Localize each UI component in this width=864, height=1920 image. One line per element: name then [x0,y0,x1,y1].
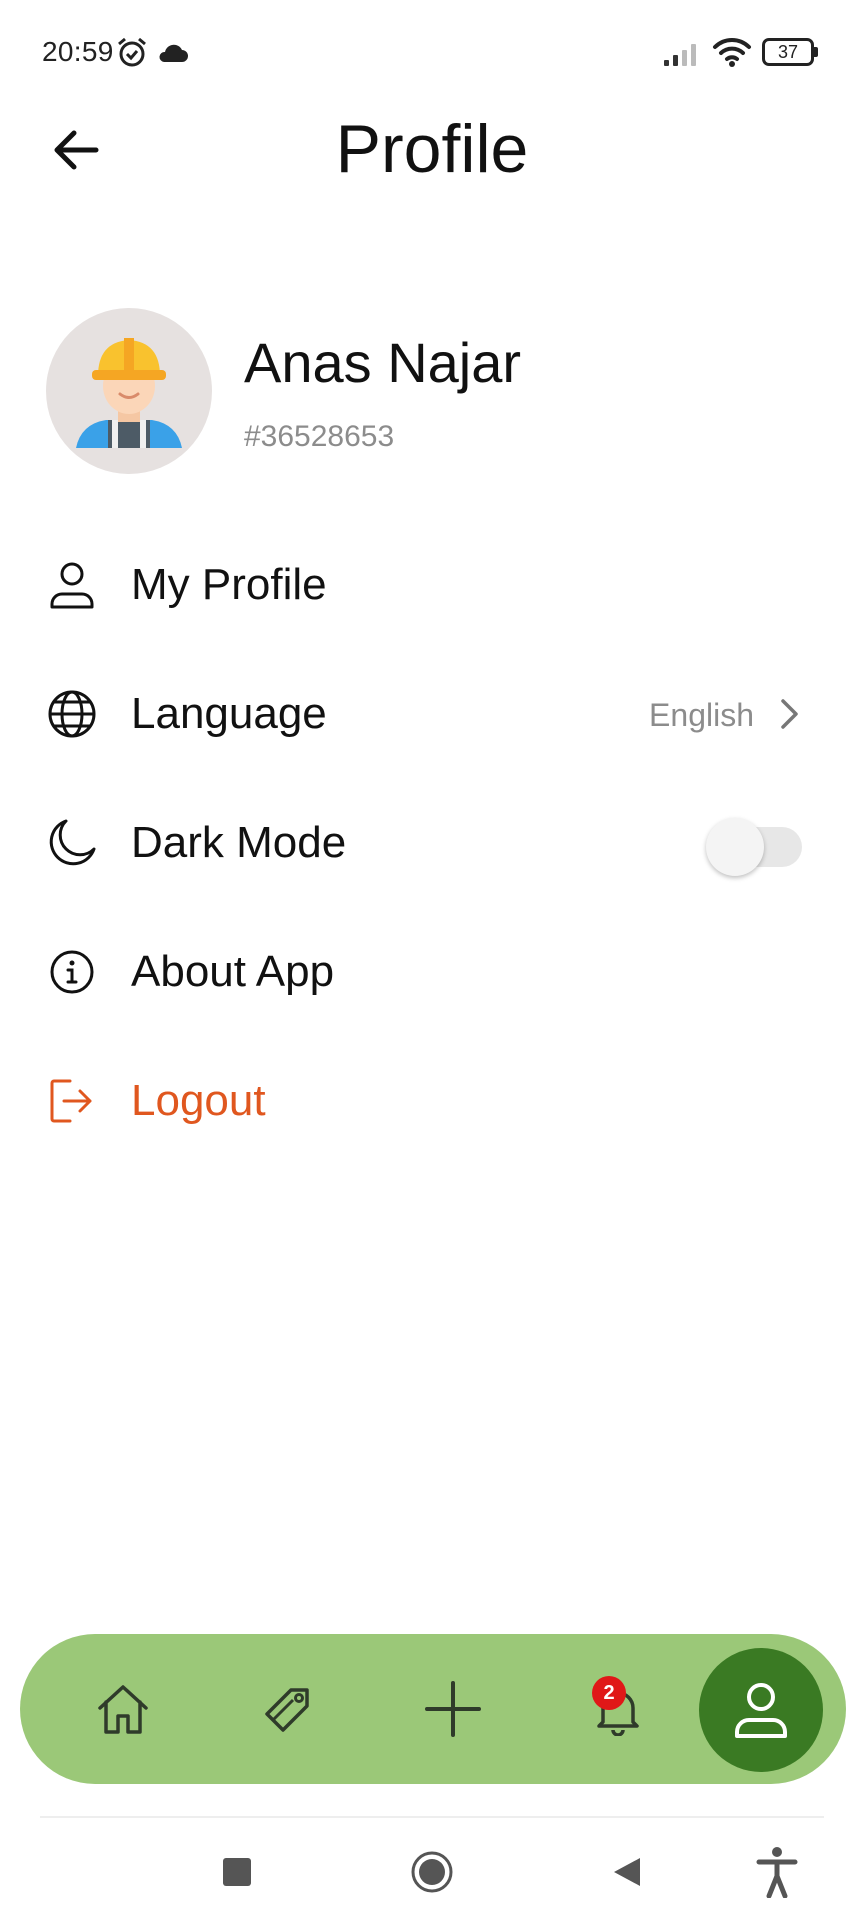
divider [40,1816,824,1818]
user-name: Anas Najar [244,331,522,394]
accessibility-icon [756,1847,798,1898]
battery-level: 37 [762,38,814,66]
status-time: 20:59 [42,36,114,67]
menu-item-dark-mode: Dark Mode [0,788,864,898]
cloud-icon [159,44,188,62]
alarm-icon [118,37,146,67]
signal-icon [664,44,696,66]
menu-item-language[interactable]: Language English [0,659,864,769]
square-icon [223,1858,251,1886]
system-home-button[interactable] [402,1846,462,1898]
menu-label-logout: Logout [131,1076,266,1125]
logout-icon [50,1079,92,1123]
circle-icon [411,1851,453,1893]
info-icon [50,950,94,994]
avatar [46,308,212,474]
menu-item-about-app[interactable]: About App [0,917,864,1027]
nav-add-button[interactable] [411,1667,495,1751]
triangle-back-icon [614,1858,640,1886]
moon-icon [49,819,96,866]
nav-tag-button[interactable] [246,1667,330,1751]
menu-label-my-profile: My Profile [131,560,327,609]
nav-profile-button[interactable] [699,1648,823,1772]
user-id: #36528653 [244,420,395,453]
battery-icon: 37 [762,38,818,66]
user-icon [50,562,94,609]
plus-icon [425,1681,481,1737]
status-bar: 20:59 37 [0,0,864,104]
battery-cap [814,47,818,57]
wifi-icon [713,37,751,67]
menu-item-my-profile[interactable]: My Profile [0,530,864,640]
notification-badge: 2 [592,1676,626,1710]
bottom-nav: 2 [20,1634,846,1784]
system-accessibility-button[interactable] [747,1846,807,1898]
worker-avatar-icon [76,338,182,448]
chevron-right-icon [781,699,798,729]
dark-mode-toggle[interactable] [706,818,806,876]
globe-icon [48,690,96,738]
profile-screen: 20:59 37 Profile Anas Najar #36528653 My… [0,0,864,1920]
user-icon [735,1683,787,1738]
menu-label-about-app: About App [131,947,335,996]
page-title: Profile [335,111,529,187]
toggle-knob [706,818,764,876]
menu-label-dark-mode: Dark Mode [131,818,347,867]
home-icon [98,1685,148,1734]
nav-home-button[interactable] [81,1667,165,1751]
menu-label-language: Language [131,689,327,738]
system-recents-button[interactable] [207,1846,267,1898]
language-value: English [649,697,754,733]
menu-item-logout[interactable]: Logout [0,1046,864,1156]
tag-icon [265,1688,309,1732]
system-back-button[interactable] [597,1846,657,1898]
